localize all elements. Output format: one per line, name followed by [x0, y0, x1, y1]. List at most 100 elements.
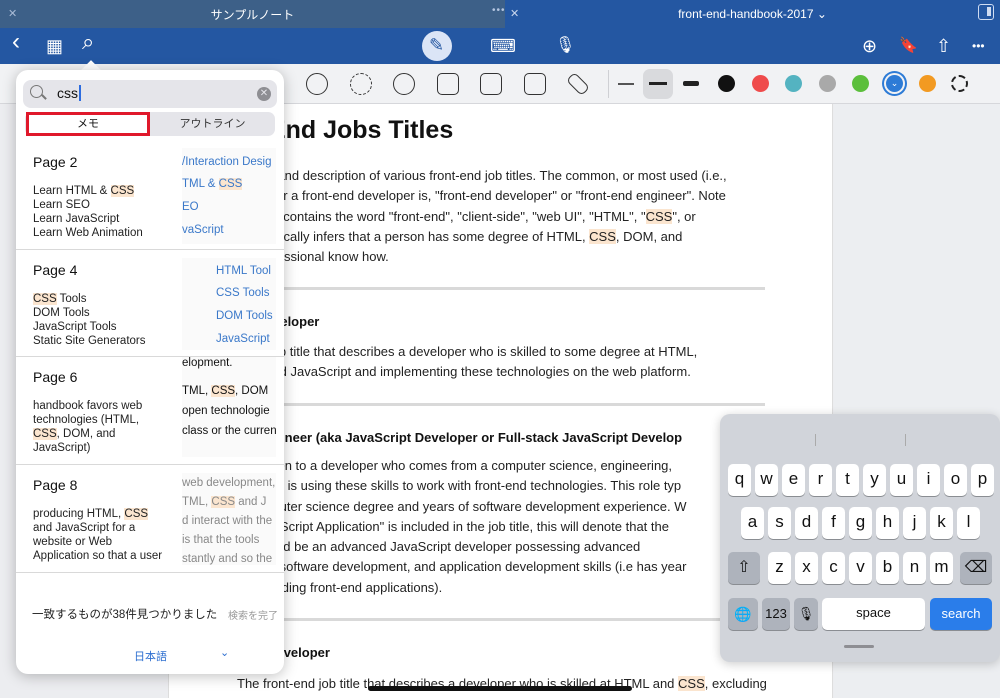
key-o[interactable]: o	[944, 464, 967, 496]
key-b[interactable]: b	[876, 552, 899, 584]
language-selector[interactable]: 日本語	[134, 648, 167, 664]
key-g[interactable]: g	[849, 507, 872, 539]
key-s[interactable]: s	[768, 507, 791, 539]
pen-icon: ✎	[429, 35, 445, 55]
close-icon[interactable]: ✕	[510, 7, 519, 20]
key-r[interactable]: r	[809, 464, 832, 496]
thick-stroke-option[interactable]	[683, 81, 699, 86]
key-h[interactable]: h	[876, 507, 899, 539]
grid-icon[interactable]: ▦	[46, 36, 63, 56]
key-y[interactable]: y	[863, 464, 886, 496]
key-x[interactable]: x	[795, 552, 818, 584]
dictation-key[interactable]: 🎙	[794, 598, 818, 630]
search-result-item[interactable]: Page 6 handbook favors web technologies …	[16, 357, 284, 465]
key-m[interactable]: m	[930, 552, 953, 584]
image-tool-icon[interactable]	[437, 73, 459, 95]
chevron-down-icon[interactable]: ⌄	[817, 7, 827, 21]
tab-front-end-handbook[interactable]: front-end-handbook-2017 ⌄	[505, 0, 1000, 28]
shift-key[interactable]: ⇧	[728, 552, 760, 584]
color-swatch-orange[interactable]	[919, 75, 936, 92]
split-handle-icon[interactable]: •••	[492, 5, 506, 16]
search-result-item[interactable]: Page 4 CSS Tools DOM Tools JavaScript To…	[16, 250, 284, 357]
key-l[interactable]: l	[957, 507, 980, 539]
sticker-tool-icon[interactable]	[393, 73, 415, 95]
custom-color-icon[interactable]	[951, 75, 968, 92]
keyboard-drag-handle[interactable]	[844, 645, 874, 648]
thin-stroke-option[interactable]	[618, 83, 634, 85]
space-key[interactable]: space	[822, 598, 925, 630]
color-swatch-red[interactable]	[752, 75, 769, 92]
text-tool-icon[interactable]	[480, 73, 502, 95]
key-n[interactable]: n	[903, 552, 926, 584]
key-u[interactable]: u	[890, 464, 913, 496]
search-field[interactable]: css ✕	[23, 80, 277, 108]
search-icon[interactable]: ⌕	[82, 31, 94, 53]
key-t[interactable]: t	[836, 464, 859, 496]
tab-bar: サンプルノート front-end-handbook-2017 ⌄ ••• ✕ …	[0, 0, 1000, 28]
lasso-tool-icon[interactable]	[350, 73, 372, 95]
camera-tool-icon[interactable]	[524, 73, 546, 95]
key-a[interactable]: a	[741, 507, 764, 539]
key-d[interactable]: d	[795, 507, 818, 539]
tab-title-left: サンプルノート	[210, 7, 295, 22]
doc-paragraph-intro: s a list and description of various fron…	[237, 168, 727, 265]
search-key[interactable]: search	[930, 598, 992, 630]
more-icon[interactable]: •••	[972, 36, 985, 56]
close-icon[interactable]: ✕	[8, 7, 17, 20]
key-c[interactable]: c	[822, 552, 845, 584]
divider	[237, 618, 765, 621]
key-v[interactable]: v	[849, 552, 872, 584]
share-icon[interactable]: ⇧	[936, 36, 951, 56]
color-swatch-gray[interactable]	[819, 75, 836, 92]
key-z[interactable]: z	[768, 552, 791, 584]
pen-tool-button[interactable]: ✎	[422, 31, 452, 61]
result-thumbnail: HTML Tool CSS Tools DOM Tools JavaScript	[182, 258, 276, 350]
globe-key[interactable]: 🌐	[728, 598, 758, 630]
shapes-tool-icon[interactable]	[306, 73, 328, 95]
bookmark-icon[interactable]: 🔖	[899, 36, 918, 56]
doc-paragraph-developer: neric job title that describes a develop…	[237, 344, 698, 380]
search-input[interactable]: css	[57, 85, 81, 101]
key-q[interactable]: q	[728, 464, 751, 496]
search-icon	[30, 85, 43, 98]
segment-outline[interactable]: アウトライン	[150, 112, 275, 136]
tab-title-right: front-end-handbook-2017	[678, 7, 814, 21]
color-swatch-black[interactable]	[718, 75, 735, 92]
key-w[interactable]: w	[755, 464, 778, 496]
back-icon[interactable]: ‹	[12, 30, 20, 54]
delete-key[interactable]: ⌫	[960, 552, 992, 584]
split-view-icon[interactable]	[978, 4, 994, 20]
segment-memo[interactable]: メモ	[26, 112, 150, 136]
search-result-item[interactable]: Page 8 producing HTML, CSS and JavaScrip…	[16, 465, 284, 573]
home-indicator[interactable]	[368, 686, 632, 691]
keyboard-icon[interactable]: ⌨	[490, 36, 516, 56]
divider	[237, 287, 765, 290]
laser-pointer-icon[interactable]	[565, 71, 591, 97]
result-snippet: Learn HTML & CSS Learn SEO Learn JavaScr…	[33, 185, 143, 239]
microphone-icon[interactable]: 🎙	[555, 36, 575, 56]
search-scope-segmented-control: メモ アウトライン	[25, 112, 275, 136]
key-e[interactable]: e	[782, 464, 805, 496]
chevron-down-icon[interactable]: ⌄	[220, 646, 229, 659]
numbers-key[interactable]: 123	[762, 598, 790, 630]
color-swatch-green[interactable]	[852, 75, 869, 92]
doc-paragraph-html: The front-end job title that describes a…	[237, 676, 767, 691]
key-k[interactable]: k	[930, 507, 953, 539]
color-swatch-blue-selected[interactable]: ⌄	[886, 75, 903, 92]
result-page-label: Page 4	[33, 262, 78, 278]
key-p[interactable]: p	[971, 464, 994, 496]
heading-front-end-engineer: nd Engineer (aka JavaScript Developer or…	[237, 430, 683, 445]
search-result-item[interactable]: Page 2 Learn HTML & CSS Learn SEO Learn …	[16, 142, 284, 250]
result-page-label: Page 2	[33, 154, 78, 170]
result-thumbnail: /Interaction Desig TML & CSS EO vaScript	[182, 148, 276, 244]
add-page-icon[interactable]: ⊕	[862, 36, 877, 56]
key-j[interactable]: j	[903, 507, 926, 539]
clear-icon[interactable]: ✕	[257, 87, 271, 101]
key-f[interactable]: f	[822, 507, 845, 539]
doc-paragraph-engineer: title given to a developer who comes fro…	[237, 458, 687, 595]
medium-stroke-option[interactable]	[643, 69, 673, 99]
color-swatch-teal[interactable]	[785, 75, 802, 92]
key-i[interactable]: i	[917, 464, 940, 496]
finish-search-button[interactable]: 検索を完了	[228, 607, 278, 622]
tab-sample-note[interactable]: サンプルノート	[0, 0, 505, 28]
